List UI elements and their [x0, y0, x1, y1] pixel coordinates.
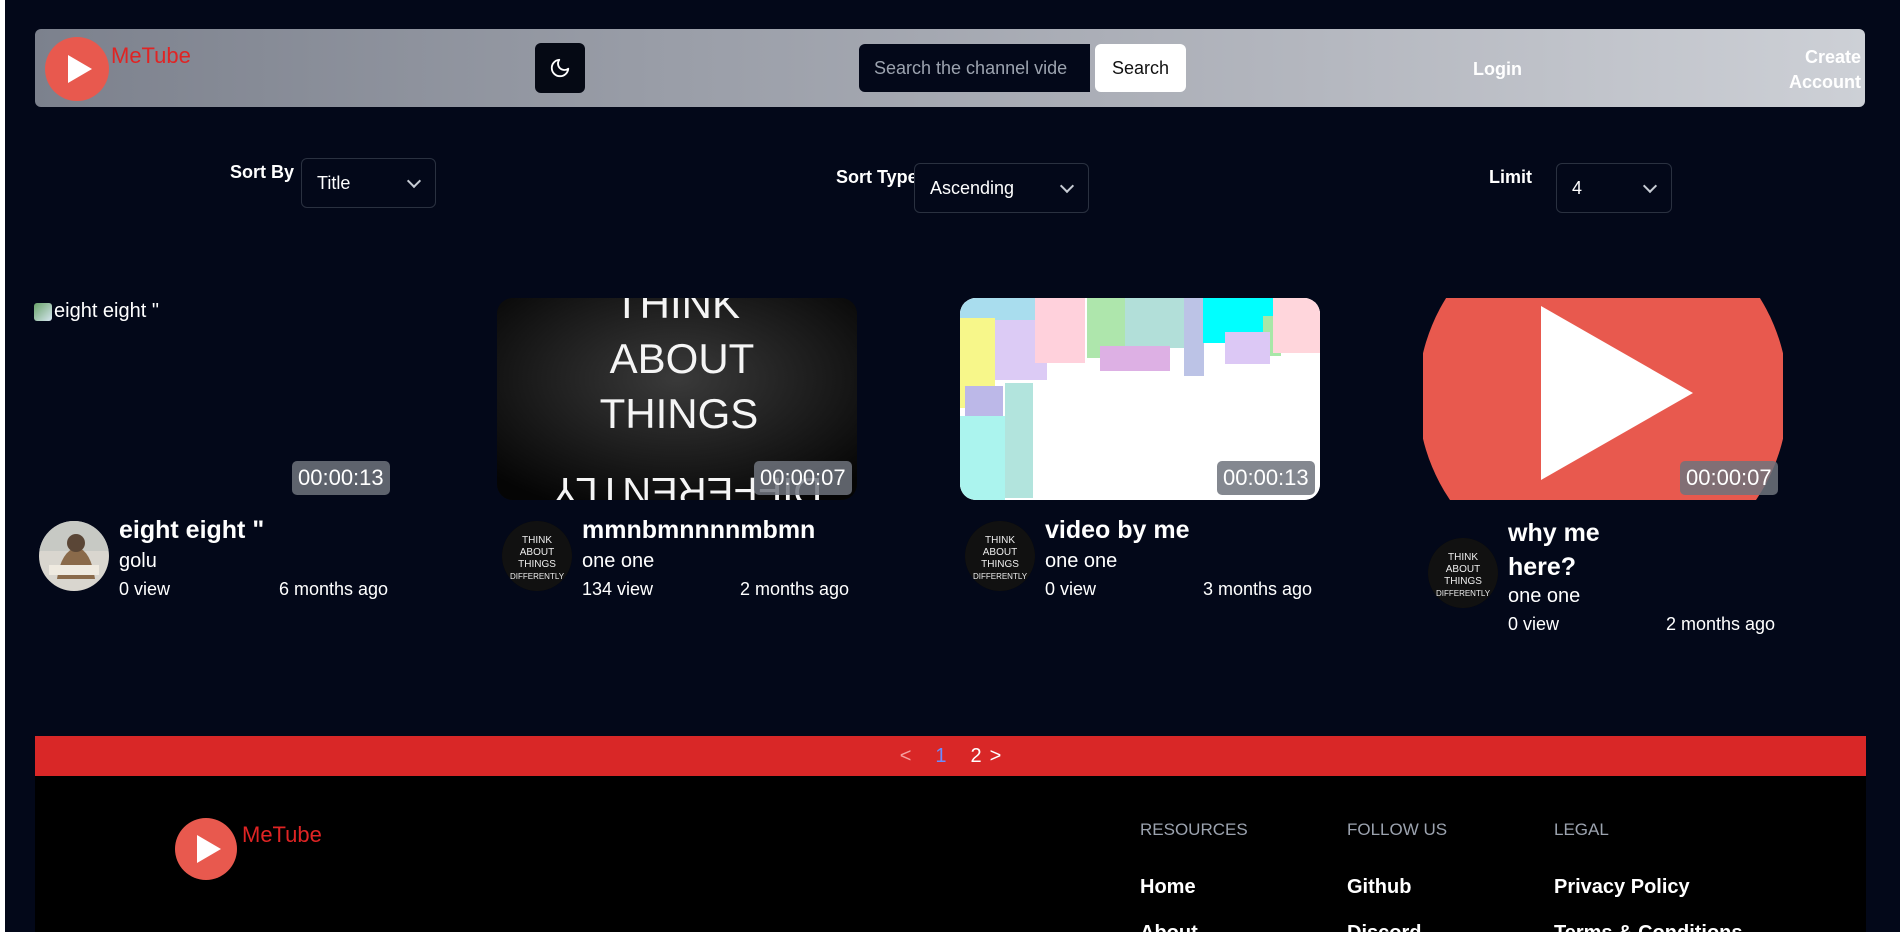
sort-type-label: Sort Type — [836, 167, 918, 187]
duration-badge: 00:00:07 — [1680, 461, 1778, 495]
footer-link-privacy[interactable]: Privacy Policy — [1554, 876, 1690, 899]
avatar-image — [39, 521, 109, 591]
video-title[interactable]: video by me — [1045, 516, 1190, 545]
chevron-down-icon — [1059, 178, 1075, 194]
svg-text:THINGS: THINGS — [600, 390, 759, 437]
view-count: 134 view — [582, 579, 654, 599]
upload-time: 2 months ago — [740, 579, 850, 599]
duration-badge: 00:00:13 — [292, 461, 390, 495]
svg-text:THINK: THINK — [614, 298, 740, 327]
page-2-button[interactable]: 2 — [971, 745, 982, 768]
avatar[interactable]: THINK ABOUT THINGS DIFFERENTLY — [965, 521, 1035, 591]
view-count: 0 view — [1508, 614, 1560, 634]
svg-text:ABOUT: ABOUT — [610, 335, 755, 382]
app: MeTube Search Login Create Account Sort … — [5, 0, 1900, 932]
footer-link-about[interactable]: About — [1140, 922, 1198, 932]
sort-by-value: Title — [317, 172, 351, 193]
moon-icon — [550, 58, 570, 78]
header: MeTube Search Login Create Account — [35, 29, 1865, 107]
footer-link-github[interactable]: Github — [1347, 876, 1411, 899]
svg-text:THINGS: THINGS — [981, 559, 1019, 570]
limit-label: Limit — [1489, 167, 1532, 187]
channel-name[interactable]: golu — [119, 550, 157, 573]
create-account-link[interactable]: Create Account — [1785, 45, 1861, 95]
svg-text:THINK: THINK — [985, 535, 1015, 546]
channel-name[interactable]: one one — [1045, 550, 1117, 573]
video-title[interactable]: eight eight " — [119, 516, 264, 545]
sort-by-label: Sort By — [230, 162, 295, 182]
svg-text:THINK: THINK — [1448, 552, 1478, 563]
footer-brand-name[interactable]: MeTube — [242, 822, 322, 848]
footer-heading-legal: LEGAL — [1554, 820, 1609, 839]
avatar-image: THINK ABOUT THINGS DIFFERENTLY — [502, 521, 572, 591]
channel-name[interactable]: one one — [582, 550, 654, 573]
avatar[interactable] — [39, 521, 109, 591]
prev-page-button[interactable]: < — [900, 745, 912, 768]
view-count: 0 view — [119, 579, 171, 599]
limit-value: 4 — [1572, 177, 1583, 198]
svg-text:THINGS: THINGS — [1444, 576, 1482, 587]
svg-text:DIFFERENTLY: DIFFERENTLY — [973, 572, 1028, 581]
login-link[interactable]: Login — [1473, 59, 1522, 80]
avatar-image: THINK ABOUT THINGS DIFFERENTLY — [1428, 538, 1498, 608]
duration-badge: 00:00:07 — [754, 461, 852, 495]
avatar[interactable]: THINK ABOUT THINGS DIFFERENTLY — [502, 521, 572, 591]
sort-by-select[interactable]: Title — [301, 158, 436, 208]
search-input[interactable] — [859, 44, 1090, 92]
footer-heading-resources: RESOURCES — [1140, 820, 1248, 839]
svg-text:ABOUT: ABOUT — [983, 547, 1017, 558]
play-triangle-icon — [197, 835, 221, 863]
svg-text:ABOUT: ABOUT — [1446, 564, 1480, 575]
theme-toggle-button[interactable] — [535, 43, 585, 93]
pagination: < 1 2 > — [35, 736, 1866, 776]
avatar-image: THINK ABOUT THINGS DIFFERENTLY — [965, 521, 1035, 591]
svg-text:DIFFERENTLY: DIFFERENTLY — [1436, 589, 1491, 598]
channel-name[interactable]: one one — [1508, 585, 1580, 608]
logo[interactable] — [45, 37, 109, 101]
chevron-down-icon — [1642, 178, 1658, 194]
footer-link-discord[interactable]: Discord — [1347, 922, 1421, 932]
sort-type-value: Ascending — [930, 177, 1015, 198]
svg-text:ABOUT: ABOUT — [520, 547, 554, 558]
page-1-button[interactable]: 1 — [935, 745, 946, 768]
upload-time: 6 months ago — [279, 579, 389, 599]
video-title[interactable]: why me here? — [1508, 516, 1600, 584]
footer-link-home[interactable]: Home — [1140, 876, 1196, 899]
footer-logo[interactable] — [175, 818, 237, 880]
footer-heading-follow: FOLLOW US — [1347, 820, 1448, 839]
next-page-button[interactable]: > — [990, 745, 1002, 768]
search-button[interactable]: Search — [1095, 44, 1186, 92]
footer: MeTube RESOURCES FOLLOW US LEGAL Home Gi… — [35, 776, 1866, 932]
duration-badge: 00:00:13 — [1217, 461, 1315, 495]
limit-select[interactable]: 4 — [1556, 163, 1672, 213]
avatar[interactable]: THINK ABOUT THINGS DIFFERENTLY — [1428, 538, 1498, 608]
sort-type-select[interactable]: Ascending — [914, 163, 1089, 213]
video-title[interactable]: mmnbmnnnnmbmn — [582, 516, 815, 545]
chevron-down-icon — [406, 173, 422, 189]
broken-image-alt: eight eight " — [34, 300, 159, 323]
upload-time: 3 months ago — [1203, 579, 1313, 599]
svg-text:DIFFERENTLY: DIFFERENTLY — [510, 572, 565, 581]
footer-link-terms[interactable]: Terms & Conditions — [1554, 922, 1743, 932]
upload-time: 2 months ago — [1666, 614, 1776, 634]
svg-text:THINK: THINK — [522, 535, 552, 546]
view-count: 0 view — [1045, 579, 1097, 599]
broken-image-icon — [34, 302, 52, 321]
brand-name[interactable]: MeTube — [111, 43, 191, 69]
svg-text:THINGS: THINGS — [518, 559, 556, 570]
play-triangle-icon — [68, 55, 92, 83]
